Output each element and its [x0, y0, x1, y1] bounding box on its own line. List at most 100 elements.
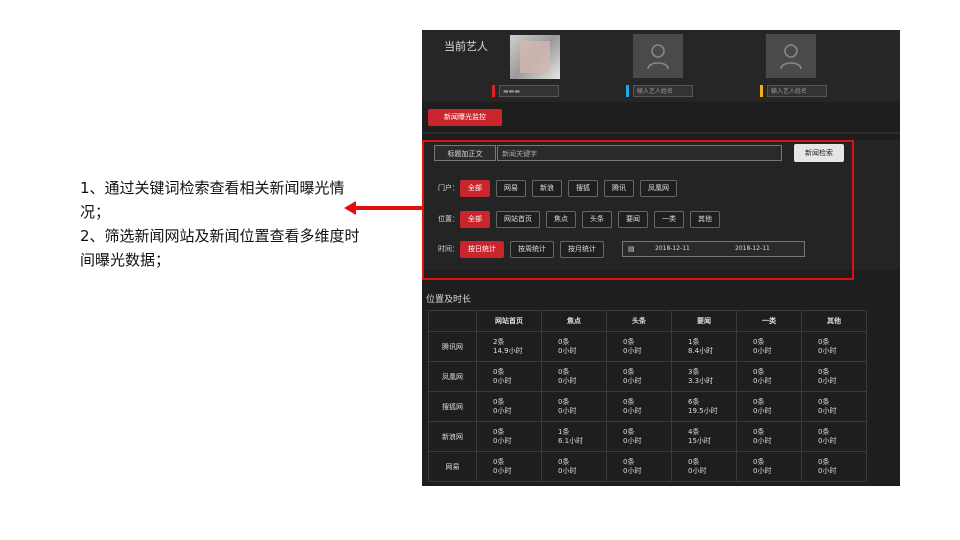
exposure-hours: 8.4小时: [688, 346, 714, 355]
exposure-hours: 0小时: [818, 436, 837, 445]
person-icon: [780, 44, 802, 70]
exposure-cell: 1条 6.1小时: [541, 421, 607, 452]
table-row: 腾讯网 2条 14.9小时 0条 0小时 0条 0小时 1条 8.4小时 0条 0小时 0条 0小时: [428, 331, 867, 362]
article-count: 1条: [558, 427, 570, 436]
exposure-hours: 0小时: [623, 376, 642, 385]
exposure-hours: 0小时: [818, 376, 837, 385]
exposure-hours: 0小时: [623, 436, 642, 445]
divider: [422, 132, 900, 134]
exposure-hours: 0小时: [753, 436, 772, 445]
exposure-table: 网站首页 焦点 头条 要闻 一类 其他 腾讯网 2条 14.9小时 0条 0小时 0条 0小…: [428, 310, 867, 482]
artist-name-field-1[interactable]: ▬▬▬: [499, 85, 559, 97]
article-count: 0条: [753, 397, 765, 406]
article-count: 0条: [818, 457, 830, 466]
site-name-cell: 网易: [428, 451, 477, 482]
exposure-hours: 3.3小时: [688, 376, 714, 385]
exposure-cell: 0条 0小时: [541, 331, 607, 362]
exposure-cell: 6条 19.5小时: [671, 391, 737, 422]
article-count: 0条: [753, 457, 765, 466]
table-header-site: [428, 310, 477, 332]
article-count: 0条: [558, 397, 570, 406]
exposure-cell: 0条 0小时: [606, 391, 672, 422]
annotation-line-1: 1、通过关键词检索查看相关新闻曝光情况；: [80, 179, 345, 221]
exposure-hours: 0小时: [493, 406, 512, 415]
artist-name-field-3[interactable]: 输入艺人姓名: [767, 85, 827, 97]
artist-avatar-3[interactable]: [766, 34, 816, 78]
exposure-hours: 0小时: [818, 406, 837, 415]
exposure-cell: 0条 0小时: [801, 391, 867, 422]
exposure-cell: 0条 0小时: [736, 331, 802, 362]
table-header-cell: 其他: [801, 310, 867, 332]
article-count: 0条: [623, 457, 635, 466]
table-header-cell: 一类: [736, 310, 802, 332]
site-name-cell: 搜狐网: [428, 391, 477, 422]
annotation-line-2: 2、筛选新闻网站及新闻位置查看多维度时间曝光数据；: [80, 227, 360, 269]
callout-highlight-box: [422, 140, 854, 280]
exposure-cell: 0条 0小时: [801, 331, 867, 362]
article-count: 0条: [818, 337, 830, 346]
exposure-hours: 0小时: [688, 466, 707, 475]
exposure-cell: 0条 0小时: [736, 391, 802, 422]
article-count: 0条: [623, 367, 635, 376]
artist-color-bar-1: [492, 85, 495, 97]
exposure-hours: 0小时: [558, 406, 577, 415]
article-count: 0条: [818, 367, 830, 376]
exposure-hours: 0小时: [753, 346, 772, 355]
article-count: 0条: [493, 427, 505, 436]
exposure-hours: 0小时: [558, 376, 577, 385]
article-count: 0条: [493, 397, 505, 406]
article-count: 0条: [493, 457, 505, 466]
callout-arrow-icon: [344, 201, 422, 215]
table-header-row: 网站首页 焦点 头条 要闻 一类 其他: [428, 310, 867, 332]
article-count: 0条: [753, 427, 765, 436]
exposure-hours: 0小时: [558, 466, 577, 475]
exposure-cell: 0条 0小时: [671, 451, 737, 482]
exposure-cell: 0条 0小时: [476, 421, 542, 452]
tab-news-monitor[interactable]: 新闻曝光监控: [428, 109, 502, 126]
article-count: 0条: [493, 367, 505, 376]
artist-color-bar-2: [626, 85, 629, 97]
exposure-cell: 0条 0小时: [736, 451, 802, 482]
artist-bar: 当前艺人 ▬▬▬ 输入艺人姓名 输入艺人姓名: [422, 30, 900, 102]
article-count: 1条: [688, 337, 700, 346]
artist-avatar-2[interactable]: [633, 34, 683, 78]
exposure-hours: 0小时: [493, 376, 512, 385]
article-count: 0条: [558, 337, 570, 346]
site-name-cell: 凤凰网: [428, 361, 477, 392]
article-count: 0条: [753, 367, 765, 376]
exposure-cell: 0条 0小时: [476, 451, 542, 482]
exposure-hours: 0小时: [493, 466, 512, 475]
table-header-cell: 焦点: [541, 310, 607, 332]
artist-avatar-1[interactable]: [510, 35, 560, 79]
exposure-cell: 0条 0小时: [541, 391, 607, 422]
exposure-hours: 0小时: [753, 466, 772, 475]
exposure-cell: 0条 0小时: [801, 421, 867, 452]
exposure-cell: 0条 0小时: [476, 391, 542, 422]
exposure-cell: 0条 0小时: [736, 421, 802, 452]
exposure-cell: 0条 0小时: [801, 361, 867, 392]
site-name-cell: 新浪网: [428, 421, 477, 452]
person-icon: [647, 44, 669, 70]
exposure-cell: 3条 3.3小时: [671, 361, 737, 392]
article-count: 0条: [623, 427, 635, 436]
artist-name-field-2[interactable]: 输入艺人姓名: [633, 85, 693, 97]
exposure-hours: 19.5小时: [688, 406, 718, 415]
article-count: 4条: [688, 427, 700, 436]
exposure-hours: 0小时: [818, 466, 837, 475]
current-artist-label: 当前艺人: [444, 40, 488, 53]
exposure-hours: 0小时: [753, 406, 772, 415]
table-row: 网易 0条 0小时 0条 0小时 0条 0小时 0条 0小时 0条 0小时 0条 0小时: [428, 451, 867, 482]
exposure-cell: 0条 0小时: [541, 451, 607, 482]
exposure-hours: 0小时: [558, 346, 577, 355]
artist-color-bar-3: [760, 85, 763, 97]
exposure-cell: 0条 0小时: [736, 361, 802, 392]
site-name-cell: 腾讯网: [428, 331, 477, 362]
table-row: 新浪网 0条 0小时 1条 6.1小时 0条 0小时 4条 15小时 0条 0小时 0条 0小时: [428, 421, 867, 452]
article-count: 3条: [688, 367, 700, 376]
exposure-cell: 1条 8.4小时: [671, 331, 737, 362]
exposure-cell: 0条 0小时: [541, 361, 607, 392]
exposure-hours: 0小时: [623, 406, 642, 415]
exposure-hours: 14.9小时: [493, 346, 523, 355]
article-count: 6条: [688, 397, 700, 406]
exposure-hours: 0小时: [493, 436, 512, 445]
